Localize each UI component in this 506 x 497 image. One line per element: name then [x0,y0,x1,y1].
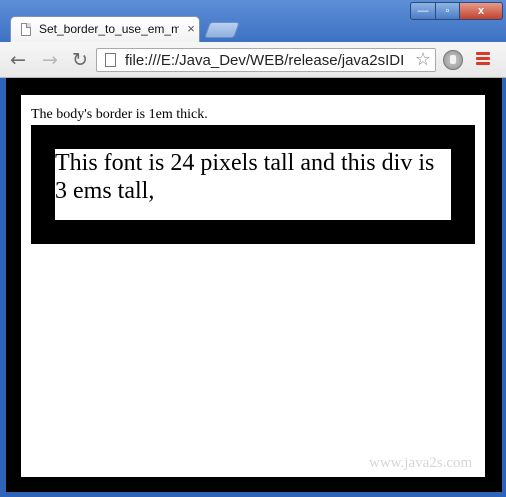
title-bar: Set_border_to_use_em_me × — ▫ x [0,0,506,42]
reload-icon[interactable]: ↻ [70,50,90,70]
extension-icon[interactable] [443,50,463,70]
browser-toolbar: ← → ↻ file:///E:/Java_Dev/WEB/release/ja… [0,42,506,78]
forward-arrow-icon[interactable]: → [40,50,60,70]
watermark: www.java2s.com [369,455,473,471]
inner-div-text: This font is 24 pixels tall and this div… [55,150,435,204]
outer-bordered-div: This font is 24 pixels tall and this div… [31,125,475,244]
close-window-button[interactable]: x [459,2,503,20]
new-tab-button[interactable] [204,22,240,38]
document-icon [21,23,31,36]
page-body: The body's border is 1em thick. This fon… [21,95,485,477]
menu-icon[interactable] [476,52,490,66]
body-text: The body's border is 1em thick. [31,107,208,122]
tab-close-button[interactable]: × [185,21,197,37]
menu-bar-1 [476,52,490,55]
browser-window: Set_border_to_use_em_me × — ▫ x ← → ↻ fi… [0,0,506,497]
minimize-button[interactable]: — [410,2,436,20]
address-bar[interactable]: file:///E:/Java_Dev/WEB/release/java2sID… [96,48,436,72]
maximize-button[interactable]: ▫ [435,2,460,20]
menu-bar-2 [476,57,490,60]
inner-div: This font is 24 pixels tall and this div… [55,149,451,220]
page-viewport: The body's border is 1em thick. This fon… [6,78,502,492]
bookmark-star-icon[interactable]: ☆ [413,50,433,70]
menu-bar-3 [476,62,490,65]
page-icon [105,53,116,67]
tab-title: Set_border_to_use_em_me [39,22,179,36]
html-background: The body's border is 1em thick. This fon… [6,78,502,492]
browser-tab[interactable]: Set_border_to_use_em_me × [10,16,200,42]
url-text[interactable]: file:///E:/Java_Dev/WEB/release/java2sID… [125,51,407,71]
back-arrow-icon[interactable]: ← [8,50,28,70]
